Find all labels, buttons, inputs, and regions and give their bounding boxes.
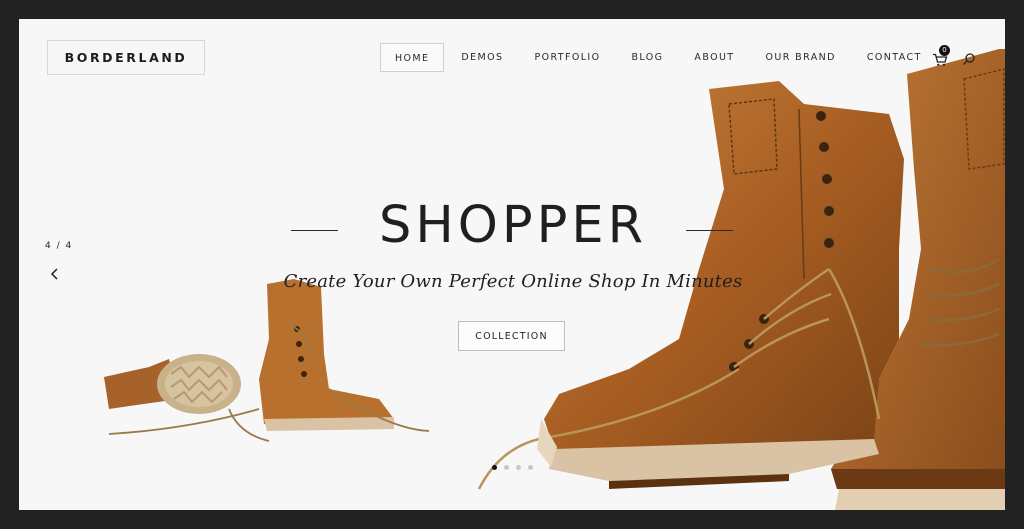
nav-our-brand[interactable]: OUR BRAND [752,43,850,72]
slider-dot-2[interactable] [504,465,509,470]
nav-demos[interactable]: DEMOS [447,43,517,72]
main-nav: HOME DEMOS PORTFOLIO BLOG ABOUT OUR BRAN… [380,43,939,72]
title-divider-right [686,230,733,231]
chevron-left-icon[interactable] [49,266,61,282]
site-header: BORDERLAND HOME DEMOS PORTFOLIO BLOG ABO… [19,19,1005,99]
slider-dots [492,465,533,470]
page-frame: BORDERLAND HOME DEMOS PORTFOLIO BLOG ABO… [19,19,1005,510]
nav-about[interactable]: ABOUT [680,43,748,72]
slider-dot-4[interactable] [528,465,533,470]
nav-blog[interactable]: BLOG [618,43,678,72]
logo[interactable]: BORDERLAND [47,40,205,75]
nav-contact[interactable]: CONTACT [853,43,936,72]
hero-title: SHOPPER [378,196,648,255]
search-icon[interactable] [962,52,976,66]
collection-button[interactable]: COLLECTION [458,321,565,351]
nav-home[interactable]: HOME [380,43,445,72]
slider-dot-3[interactable] [516,465,521,470]
hero-subtitle: Create Your Own Perfect Online Shop In M… [283,271,743,292]
nav-portfolio[interactable]: PORTFOLIO [520,43,614,72]
slide-counter: 4 / 4 [45,241,73,251]
cart-count-badge: 0 [939,45,950,56]
slider-dot-1[interactable] [492,465,497,470]
